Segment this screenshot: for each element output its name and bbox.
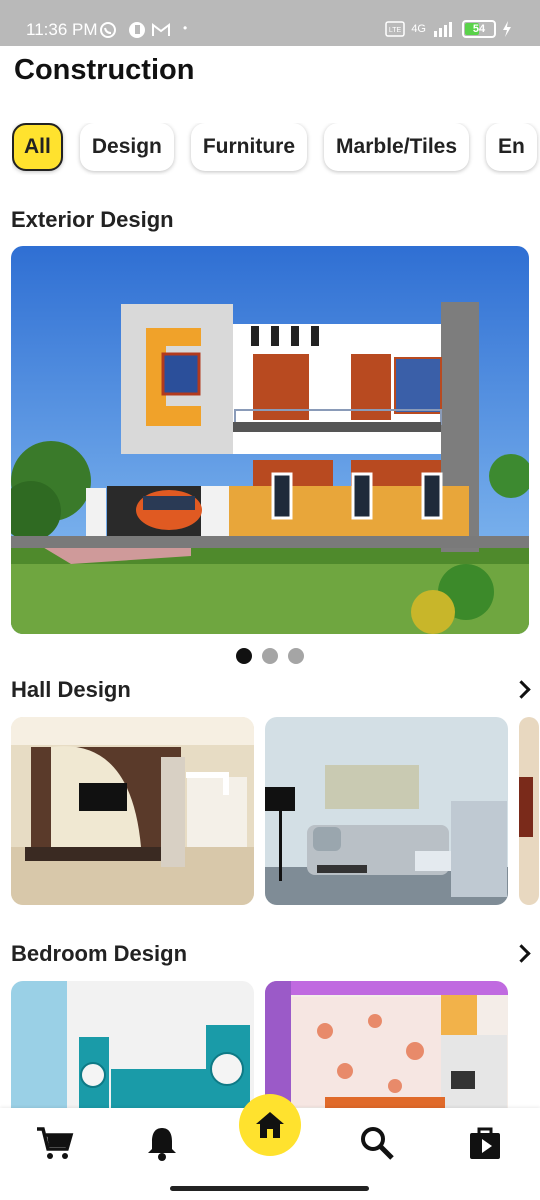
section-title-exterior: Exterior Design <box>11 207 174 232</box>
chevron-right-icon[interactable] <box>512 680 531 699</box>
hall-design-list <box>11 717 539 905</box>
search-icon[interactable] <box>357 1123 397 1163</box>
category-chips: All Design Furniture Marble/Tiles En <box>12 123 540 175</box>
category-chip[interactable]: All <box>12 123 63 171</box>
network-type: 4G <box>411 23 426 35</box>
page-title: Construction <box>14 54 195 86</box>
section-title-hall: Hall Design <box>11 677 131 702</box>
category-chip[interactable]: Furniture <box>190 123 308 171</box>
category-chip[interactable]: En <box>486 123 537 171</box>
bell-icon[interactable] <box>142 1123 182 1163</box>
hall-design-card-partial[interactable] <box>519 717 539 905</box>
category-chip[interactable]: Design <box>79 123 174 171</box>
charging-icon <box>503 21 511 37</box>
bedroom-design-list <box>11 981 508 1108</box>
store-icon[interactable] <box>465 1123 505 1163</box>
gesture-bar <box>170 1186 369 1191</box>
exterior-design-banner[interactable] <box>11 246 529 634</box>
volte-icon: LTE <box>385 21 406 37</box>
home-button[interactable] <box>239 1094 301 1156</box>
bedroom-design-card[interactable] <box>265 981 508 1108</box>
gmail-icon <box>152 23 170 36</box>
cart-icon[interactable] <box>35 1123 75 1163</box>
house-exterior-image <box>11 246 529 634</box>
carousel-dot[interactable] <box>236 648 252 664</box>
hall-design-card[interactable] <box>265 717 508 905</box>
svg-text:LTE: LTE <box>389 27 402 34</box>
category-chip[interactable]: Marble/Tiles <box>324 123 470 171</box>
battery-icon: 54 <box>462 20 496 38</box>
hall-room-image <box>519 717 539 905</box>
status-time: 11:36 PM <box>26 20 98 39</box>
bedroom-design-card[interactable] <box>11 981 254 1108</box>
bedroom-image <box>265 981 508 1108</box>
home-icon <box>256 1112 284 1138</box>
app-notification-icon <box>129 22 145 38</box>
battery-level: 54 <box>472 23 486 35</box>
whatsapp-icon <box>100 22 116 38</box>
hall-room-image <box>11 717 254 905</box>
bedroom-image <box>11 981 254 1108</box>
bottom-navigation <box>0 1094 540 1200</box>
more-notifications-dot: • <box>183 21 188 35</box>
hall-design-card[interactable] <box>11 717 254 905</box>
signal-icon <box>434 22 452 37</box>
section-title-bedroom: Bedroom Design <box>11 941 188 966</box>
living-room-image <box>265 717 508 905</box>
status-bar: 11:36 PM • LTE 4G 54 <box>0 0 540 46</box>
carousel-dot[interactable] <box>288 648 304 664</box>
status-right: LTE 4G 54 <box>385 20 512 38</box>
carousel-dot[interactable] <box>262 648 278 664</box>
carousel-indicator[interactable] <box>0 648 540 664</box>
chevron-right-icon[interactable] <box>512 944 531 963</box>
